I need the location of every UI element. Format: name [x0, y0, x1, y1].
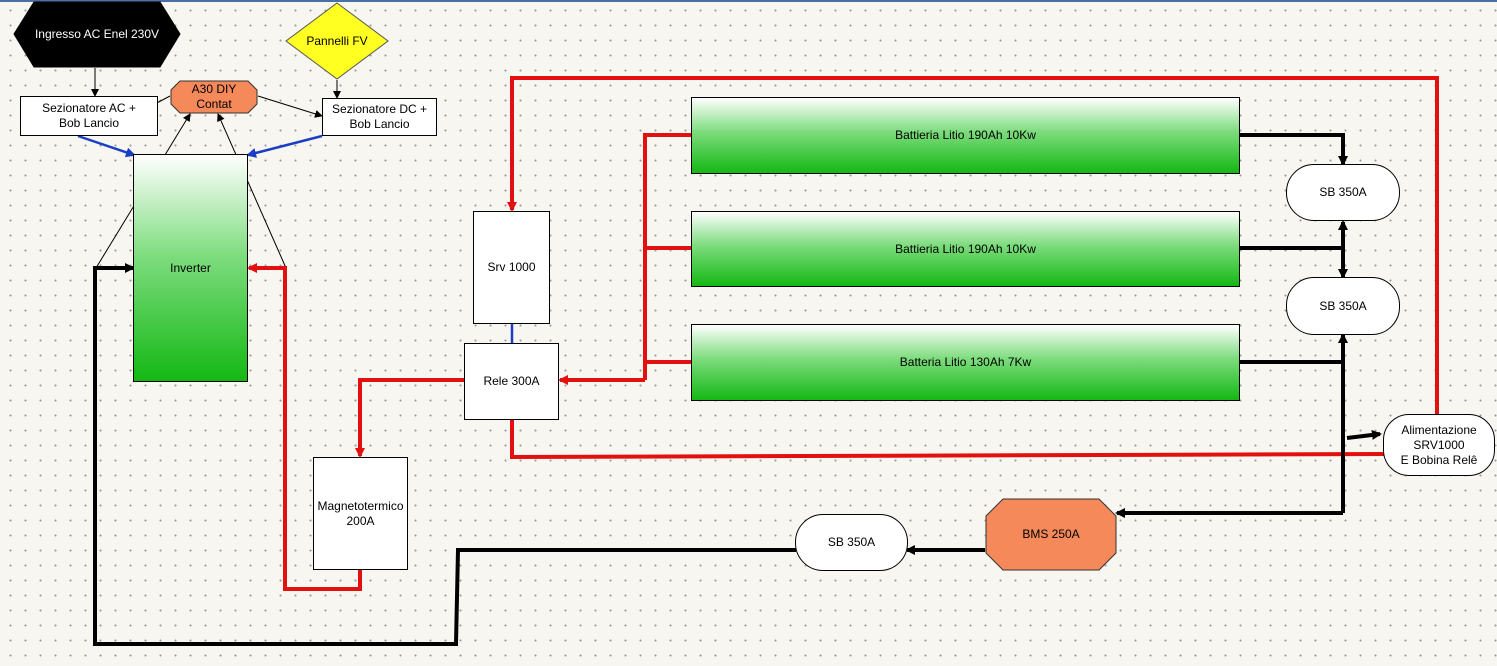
shunt-sb-3-node[interactable]: SB 350A — [795, 514, 908, 571]
wire-rele-to-magneto — [355, 378, 464, 458]
battery-2-node[interactable]: Battieria Litio 190Ah 10Kw — [691, 211, 1240, 287]
shunt-sb-3-label: SB 350A — [827, 535, 876, 549]
bms-250a-node[interactable]: BMS 250A — [985, 498, 1117, 571]
ingresso-ac-label: Ingresso AC Enel 230V — [34, 27, 160, 41]
magnetotermico-node[interactable]: Magnetotermico 200A — [313, 457, 408, 570]
magnetotermico-label: Magnetotermico 200A — [317, 498, 404, 528]
rele-300a-label: Rele 300A — [483, 374, 540, 388]
wire-alim-neg — [1346, 429, 1382, 440]
alimentazione-node[interactable]: Alimentazione SRV1000 E Bobina Relê — [1383, 414, 1495, 476]
shunt-sb-1-label: SB 350A — [1319, 185, 1367, 199]
battery-2-label: Battieria Litio 190Ah 10Kw — [895, 241, 1036, 256]
sezionatore-ac-node[interactable]: Sezionatore AC + Bob Lancio — [20, 96, 158, 136]
link-a30-to-sezdc — [257, 95, 323, 118]
sezionatore-ac-label: Sezionatore AC + Bob Lancio — [42, 101, 136, 130]
link-sezdc-to-inverter — [246, 134, 323, 158]
shunt-sb-2-node[interactable]: SB 350A — [1286, 277, 1400, 335]
inverter-node[interactable]: Inverter — [133, 154, 248, 382]
inverter-label: Inverter — [170, 261, 211, 275]
pannelli-fv-node[interactable]: Pannelli FV — [284, 2, 390, 81]
battery-3-label: Batteria Litio 130Ah 7Kw — [899, 355, 1032, 369]
battery-1-node[interactable]: Battieria Litio 190Ah 10Kw — [691, 97, 1240, 174]
a30-label: A30 DIY Contat — [191, 82, 237, 111]
pannelli-fv-label: Pannelli FV — [306, 34, 368, 48]
rele-300a-node[interactable]: Rele 300A — [464, 343, 559, 420]
link-sezac-to-inverter — [77, 134, 136, 158]
wire-batt1-neg — [1239, 133, 1348, 166]
wire-batt1-pos — [643, 133, 692, 380]
sezionatore-dc-node[interactable]: Sezionatore DC + Bob Lancio — [322, 98, 437, 136]
alimentazione-label: Alimentazione SRV1000 E Bobina Relê — [1400, 422, 1478, 467]
wire-rele-to-alim — [510, 420, 1385, 460]
srv1000-label: Srv 1000 — [487, 260, 536, 274]
ingresso-ac-node[interactable]: Ingresso AC Enel 230V — [12, 1, 182, 68]
battery-1-label: Battieria Litio 190Ah 10Kw — [895, 128, 1036, 142]
battery-3-node[interactable]: Batteria Litio 130Ah 7Kw — [691, 324, 1240, 401]
shunt-sb-2-label: SB 350A — [1319, 298, 1367, 313]
sezionatore-dc-label: Sezionatore DC + Bob Lancio — [331, 102, 428, 131]
bms-250a-label: BMS 250A — [1022, 527, 1080, 541]
srv1000-node[interactable]: Srv 1000 — [473, 211, 550, 324]
shunt-sb-1-node[interactable]: SB 350A — [1286, 164, 1400, 221]
a30-contactor-node[interactable]: A30 DIY Contat — [170, 80, 258, 114]
